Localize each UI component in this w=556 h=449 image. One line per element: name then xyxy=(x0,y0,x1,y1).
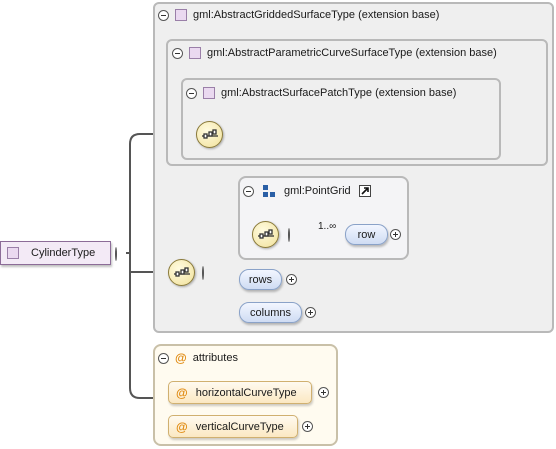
root-type-node[interactable]: CylinderType xyxy=(0,241,111,265)
expand-icon[interactable] xyxy=(302,421,313,432)
collapse-icon[interactable] xyxy=(186,87,197,99)
complex-type-icon xyxy=(175,9,187,21)
complex-type-icon xyxy=(203,87,215,99)
element-label: columns xyxy=(250,306,291,319)
collapse-icon[interactable] xyxy=(158,352,169,364)
expand-icon[interactable] xyxy=(390,229,401,240)
collapse-icon[interactable] xyxy=(115,247,117,261)
expand-icon[interactable] xyxy=(286,274,297,285)
extension-label: gml:AbstractSurfacePatchType (extension … xyxy=(221,87,457,99)
sequence-compositor-icon[interactable] xyxy=(252,221,279,248)
extension-header: gml:AbstractParametricCurveSurfaceType (… xyxy=(172,47,497,59)
extension-label: gml:AbstractParametricCurveSurfaceType (… xyxy=(207,47,497,59)
extension-box-surface-patch: gml:AbstractSurfacePatchType (extension … xyxy=(181,78,501,160)
cardinality-label: 1..∞ xyxy=(318,221,337,232)
collapse-icon[interactable] xyxy=(288,228,290,242)
extension-header: gml:AbstractGriddedSurfaceType (extensio… xyxy=(158,9,439,21)
collapse-icon[interactable] xyxy=(172,47,183,59)
attribute-horizontal-curve-type[interactable]: @ horizontalCurveType xyxy=(168,381,312,404)
element-rows[interactable]: rows xyxy=(239,269,282,290)
attribute-at-icon: @ xyxy=(176,419,188,434)
complex-type-icon xyxy=(7,247,19,259)
attributes-title: attributes xyxy=(192,352,238,364)
expand-icon[interactable] xyxy=(318,387,329,398)
element-label: rows xyxy=(248,273,273,286)
point-grid-header: gml:PointGrid xyxy=(243,185,371,197)
attribute-label: horizontalCurveType xyxy=(195,386,297,399)
element-columns[interactable]: columns xyxy=(239,302,302,323)
reference-arrow-icon[interactable] xyxy=(358,185,371,197)
sequence-compositor-icon[interactable] xyxy=(196,121,223,148)
collapse-icon[interactable] xyxy=(158,9,169,21)
attribute-at-icon: @ xyxy=(175,351,187,365)
extension-label: gml:AbstractGriddedSurfaceType (extensio… xyxy=(193,9,440,21)
extension-header: gml:AbstractSurfacePatchType (extension … xyxy=(186,87,456,99)
sequence-compositor-icon[interactable] xyxy=(168,259,195,286)
element-row[interactable]: row xyxy=(345,224,388,245)
collapse-icon[interactable] xyxy=(243,185,254,197)
element-label: row xyxy=(357,228,376,241)
root-type-label: CylinderType xyxy=(31,247,96,259)
expand-icon[interactable] xyxy=(305,307,316,318)
element-icon xyxy=(263,185,275,197)
collapse-icon[interactable] xyxy=(202,266,204,280)
attribute-at-icon: @ xyxy=(176,385,188,400)
complex-type-icon xyxy=(189,47,201,59)
attribute-label: verticalCurveType xyxy=(195,420,284,433)
attributes-header: @ attributes xyxy=(158,351,238,365)
point-grid-label: gml:PointGrid xyxy=(284,185,351,197)
attribute-vertical-curve-type[interactable]: @ verticalCurveType xyxy=(168,415,298,438)
